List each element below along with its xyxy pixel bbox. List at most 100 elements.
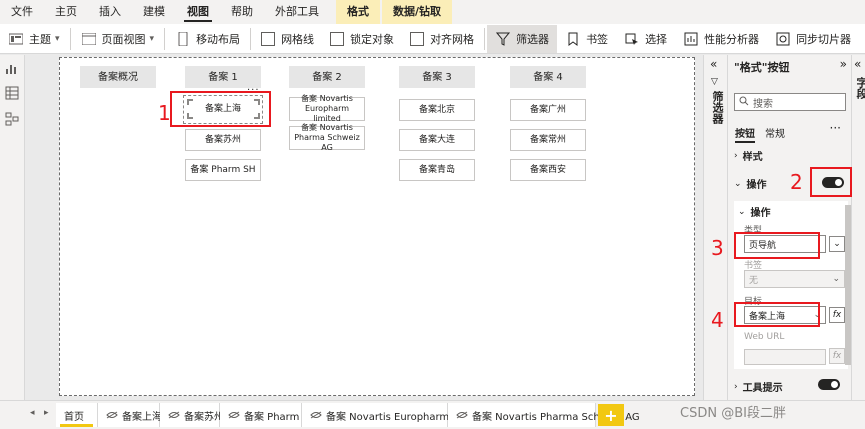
report-view-icon[interactable] bbox=[5, 61, 19, 75]
fields-pane-title: 字段 bbox=[855, 77, 865, 99]
next-page-icon[interactable]: ▸ bbox=[44, 408, 49, 418]
model-view-icon[interactable] bbox=[5, 112, 19, 126]
hidden-eye-icon bbox=[228, 411, 240, 419]
menu-modeling[interactable]: 建模 bbox=[132, 0, 176, 24]
tooltip-toggle[interactable] bbox=[818, 379, 840, 390]
destination-fx-button[interactable]: fx bbox=[829, 307, 845, 323]
filters-label: 筛选器 bbox=[516, 32, 550, 46]
snap-grid-checkbox[interactable]: 对齐网格 bbox=[402, 25, 482, 53]
lock-objects-checkbox[interactable]: 锁定对象 bbox=[322, 25, 402, 53]
header-batch-4[interactable]: 备案 4 bbox=[510, 66, 586, 88]
page-tab-suzhou[interactable]: 备案苏州 bbox=[160, 403, 224, 427]
data-view-icon[interactable] bbox=[5, 86, 19, 100]
menu-data-drill[interactable]: 数据/钻取 bbox=[382, 0, 453, 24]
nav-button-changzhou[interactable]: 备案常州 bbox=[510, 129, 586, 151]
action-settings-card: ⌄ 操作 类型 页导航 ⌄ 书签 无 ⌄ 目标 备案上海 ⌄ fx Web UR… bbox=[734, 201, 848, 369]
nav-button-novartis-schweiz[interactable]: 备案 Novartis Pharma Schweiz AG bbox=[289, 123, 365, 152]
web-url-fx-button[interactable]: fx bbox=[829, 348, 845, 364]
menu-format[interactable]: 格式 bbox=[336, 0, 380, 24]
page-tab-label: 首页 bbox=[64, 411, 84, 423]
tooltip-section[interactable]: › 工具提示 bbox=[734, 379, 783, 395]
selection-label: 选择 bbox=[645, 32, 668, 46]
action-subsection-label: 操作 bbox=[750, 208, 771, 219]
bookmark-icon bbox=[565, 31, 581, 47]
nav-button-qingdao[interactable]: 备案青岛 bbox=[399, 159, 475, 181]
lock-objects-label: 锁定对象 bbox=[350, 32, 395, 46]
annotation-box-4 bbox=[734, 302, 820, 327]
page-tab-pharm-sh[interactable]: 备案 Pharm SH bbox=[220, 403, 316, 427]
divider bbox=[164, 27, 166, 50]
collapse-icon[interactable]: » bbox=[840, 57, 847, 71]
header-overview[interactable]: 备案概况 bbox=[80, 66, 156, 88]
page-tab-label: 备案苏州 bbox=[184, 411, 224, 423]
bookmark-dropdown[interactable]: 无 ⌄ bbox=[744, 270, 845, 288]
menu-external-tools[interactable]: 外部工具 bbox=[264, 0, 330, 24]
menu-help[interactable]: 帮助 bbox=[220, 0, 264, 24]
selection-toggle[interactable]: 选择 bbox=[616, 25, 675, 53]
fields-pane-collapsed[interactable]: « 字段 bbox=[851, 55, 865, 400]
web-url-input[interactable] bbox=[744, 349, 826, 365]
filters-pane-collapsed[interactable]: « ▽ 筛选器 bbox=[703, 55, 727, 400]
web-url-label: Web URL bbox=[744, 332, 785, 342]
nav-button-pharm-sh[interactable]: 备案 Pharm SH bbox=[185, 159, 261, 181]
hidden-eye-icon bbox=[310, 411, 322, 419]
nav-button-suzhou[interactable]: 备案苏州 bbox=[185, 129, 261, 151]
hidden-eye-icon bbox=[168, 411, 180, 419]
page-tab-novartis-europharm[interactable]: 备案 Novartis Europharm limited bbox=[302, 403, 487, 427]
bookmarks-toggle[interactable]: 书签 bbox=[557, 25, 616, 53]
chevron-down-icon: ⌄ bbox=[832, 274, 840, 284]
menu-insert[interactable]: 插入 bbox=[88, 0, 132, 24]
header-batch-2[interactable]: 备案 2 bbox=[289, 66, 365, 88]
checkbox-icon bbox=[261, 31, 276, 46]
nav-button-dalian[interactable]: 备案大连 bbox=[399, 129, 475, 151]
page-view-button[interactable]: 页面视图 ▾ bbox=[73, 25, 163, 53]
mobile-layout-button[interactable]: 移动布局 bbox=[167, 25, 248, 53]
page-view-icon bbox=[81, 31, 97, 47]
checkbox-icon bbox=[410, 31, 425, 46]
action-subsection[interactable]: ⌄ 操作 bbox=[738, 204, 771, 220]
action-section[interactable]: ⌄ 操作 bbox=[734, 176, 767, 192]
chevron-right-icon: › bbox=[734, 150, 738, 161]
tab-button[interactable]: 按钮 bbox=[735, 125, 755, 143]
style-section[interactable]: › 样式 bbox=[734, 148, 763, 164]
search-icon bbox=[739, 96, 749, 109]
selection-icon bbox=[624, 31, 640, 47]
add-page-button[interactable]: + bbox=[598, 404, 624, 426]
divider bbox=[69, 27, 71, 50]
mobile-layout-label: 移动布局 bbox=[196, 32, 241, 46]
menu-view[interactable]: 视图 bbox=[176, 0, 220, 24]
prev-page-icon[interactable]: ◂ bbox=[30, 408, 35, 418]
report-page[interactable]: 备案概况 备案 1 备案 2 备案 3 备案 4 ... 备案上海 备案苏州 备… bbox=[59, 57, 695, 396]
annotation-number-2: 2 bbox=[790, 170, 803, 194]
search-placeholder: 搜索 bbox=[753, 98, 773, 110]
performance-analyzer-toggle[interactable]: 性能分析器 bbox=[675, 25, 767, 53]
expand-icon[interactable]: « bbox=[710, 57, 717, 71]
gridlines-checkbox[interactable]: 网格线 bbox=[253, 25, 322, 53]
nav-button-beijing[interactable]: 备案北京 bbox=[399, 99, 475, 121]
expand-icon[interactable]: « bbox=[854, 57, 861, 71]
sync-slicers-toggle[interactable]: 同步切片器 bbox=[767, 25, 859, 53]
annotation-box-2 bbox=[810, 167, 852, 197]
page-tab-novartis-schweiz[interactable]: 备案 Novartis Pharma Schweiz AG bbox=[448, 403, 640, 427]
snap-grid-label: 对齐网格 bbox=[430, 32, 475, 46]
annotation-number-3: 3 bbox=[711, 236, 724, 260]
nav-button-guangzhou[interactable]: 备案广州 bbox=[510, 99, 586, 121]
page-tab-home[interactable]: 首页 bbox=[56, 403, 98, 427]
search-input[interactable]: 搜索 bbox=[734, 93, 846, 111]
bookmarks-label: 书签 bbox=[586, 32, 609, 46]
phone-icon bbox=[175, 31, 191, 47]
checkbox-icon bbox=[330, 31, 345, 46]
tab-general[interactable]: 常规 bbox=[765, 125, 785, 140]
menu-file[interactable]: 文件 bbox=[0, 0, 44, 24]
menu-home[interactable]: 主页 bbox=[44, 0, 88, 24]
header-batch-3[interactable]: 备案 3 bbox=[399, 66, 475, 88]
nav-button-xian[interactable]: 备案西安 bbox=[510, 159, 586, 181]
page-tab-shanghai[interactable]: 备案上海 bbox=[98, 403, 162, 427]
more-options-icon[interactable]: ··· bbox=[830, 121, 841, 135]
nav-button-novartis-europharm[interactable]: 备案 Novartis Europharm limited bbox=[289, 94, 365, 123]
watermark: CSDN @BI段二胖 bbox=[680, 406, 786, 421]
theme-button[interactable]: 主题 ▾ bbox=[0, 25, 68, 53]
report-canvas: 备案概况 备案 1 备案 2 备案 3 备案 4 ... 备案上海 备案苏州 备… bbox=[25, 55, 703, 400]
filters-toggle[interactable]: 筛选器 bbox=[487, 24, 558, 53]
type-dropdown-chevron[interactable]: ⌄ bbox=[829, 236, 845, 252]
